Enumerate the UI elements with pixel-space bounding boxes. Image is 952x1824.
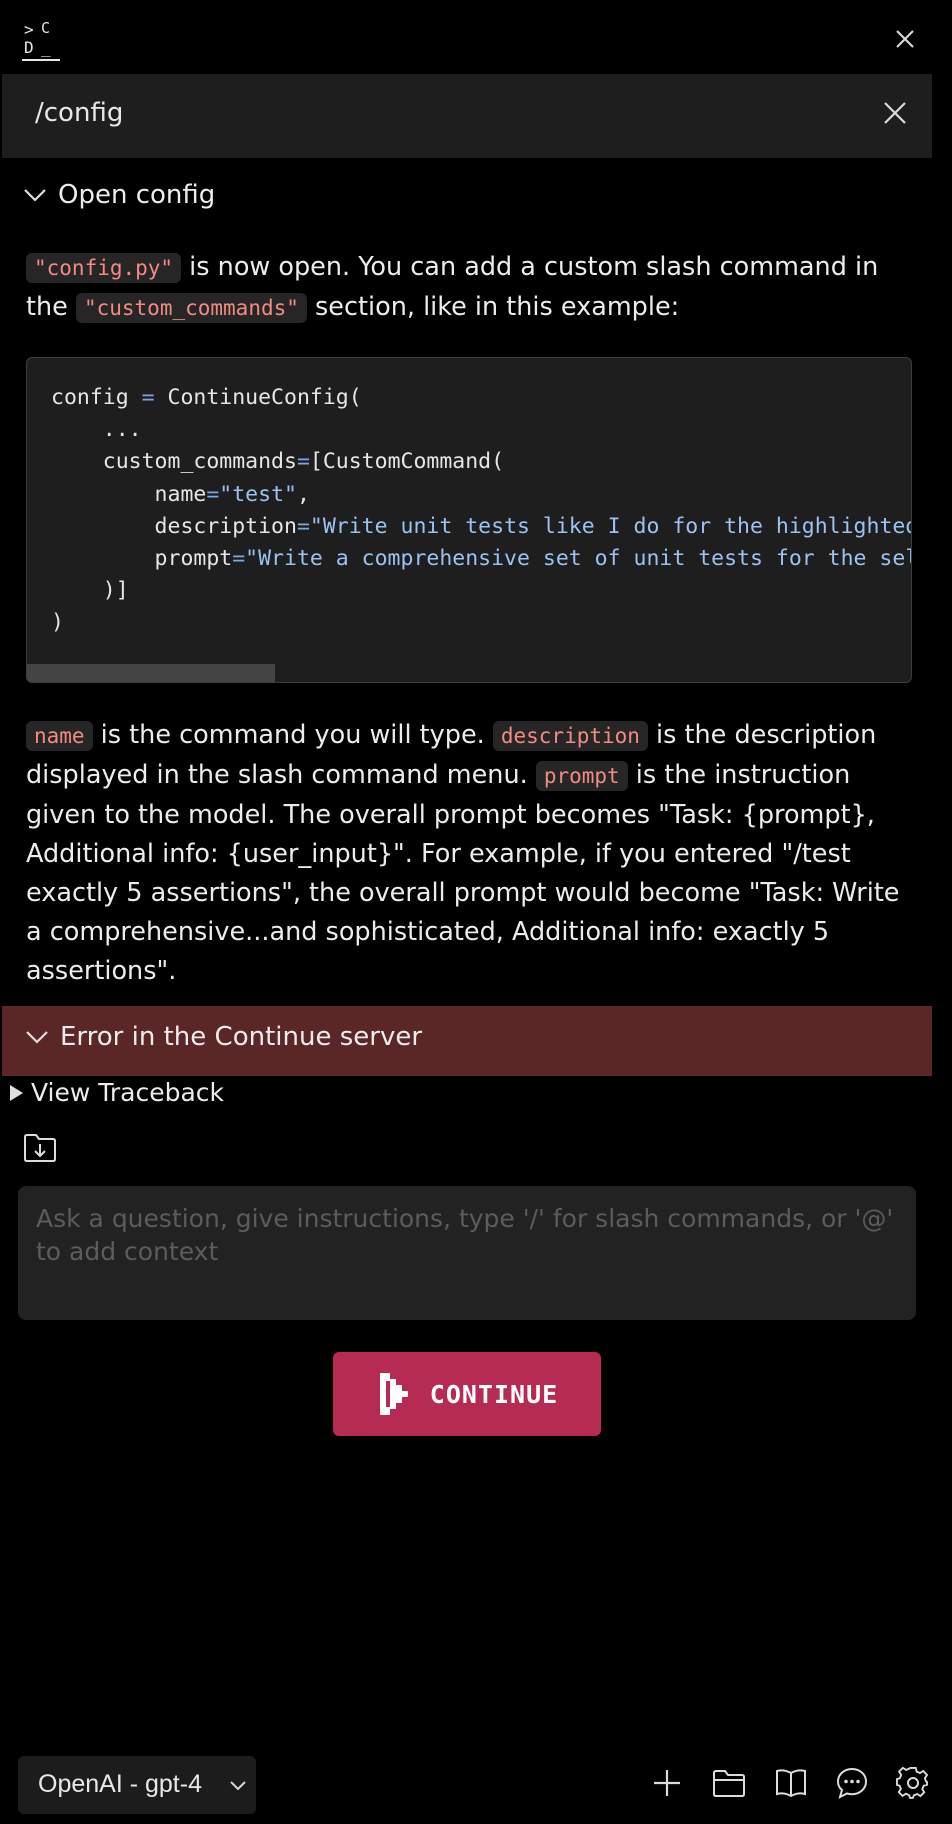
continue-logo-icon: > C D _ [22,19,60,61]
model-selector[interactable]: OpenAI - gpt-4 [18,1756,256,1814]
folder-icon[interactable] [712,1766,746,1800]
inline-code-custom-commands: "custom_commands" [75,293,307,323]
continue-button-label: CONTINUE [429,1379,559,1409]
code-line-text: description="Write unit tests like I do … [51,513,912,539]
code-line-text: name="test", [51,481,310,507]
book-icon[interactable] [774,1766,808,1800]
error-title: Error in the Continue server [60,1022,423,1052]
code-line-text: prompt="Write a comprehensive set of uni… [51,546,911,572]
close-icon[interactable] [880,98,910,128]
svg-text:D: D [24,38,34,57]
inline-code-config-py: "config.py" [26,253,182,283]
caret-right-icon [10,1084,23,1101]
inline-code-description: description [492,721,648,751]
horizontal-scrollbar[interactable] [27,664,275,682]
svg-text:C: C [41,19,50,37]
error-header[interactable]: Error in the Continue server [24,1022,422,1052]
view-traceback-label: View Traceback [31,1078,225,1107]
config-explanation-text: name is the command you will type. descr… [26,716,916,991]
intro-text-part: section, like in this example: [306,292,680,322]
slash-command-bar: /config [2,74,932,158]
continue-play-icon [379,1373,408,1415]
code-line: ... [51,414,911,446]
code-line-text: )] [51,578,129,604]
chevron-down-icon [230,1781,246,1791]
chat-bubble-icon[interactable] [835,1766,869,1800]
chevron-down-icon [24,189,46,202]
model-selector-label: OpenAI - gpt-4 [38,1770,202,1798]
code-line: custom_commands=[CustomCommand( [51,446,911,478]
svg-text:_: _ [41,38,51,57]
code-line-text: ) [51,610,64,636]
plus-icon[interactable] [650,1766,684,1800]
explanation-text-part: is the command you will type. [92,720,493,750]
code-line: config = ContinueConfig( [51,382,911,414]
chat-input-container [18,1186,916,1320]
error-bar: Error in the Continue server [2,1006,932,1076]
close-icon[interactable] [892,26,918,52]
code-line-text: config = ContinueConfig( [51,385,362,410]
open-config-header[interactable]: Open config [22,180,215,210]
code-content: config = ContinueConfig( ... custom_comm… [51,382,912,640]
chat-input[interactable] [18,1186,916,1320]
code-example-block: config = ContinueConfig( ... custom_comm… [26,357,912,683]
folder-download-icon[interactable] [22,1130,58,1164]
code-line-text: custom_commands=[CustomCommand( [51,449,505,475]
code-line: prompt="Write a comprehensive set of uni… [51,543,911,575]
code-line-text: ... [51,417,142,443]
svg-text:>: > [24,20,34,39]
code-line: )] [51,575,911,607]
code-line: name="test", [51,479,911,511]
continue-button[interactable]: CONTINUE [333,1352,601,1436]
command-text: /config [35,98,124,128]
code-line: ) [51,607,911,639]
view-traceback-toggle[interactable]: View Traceback [10,1078,224,1107]
gear-icon[interactable] [896,1766,930,1800]
open-config-title: Open config [58,180,216,210]
explanation-text-part: is the instruction given to the model. T… [26,760,900,986]
chevron-down-icon [26,1031,48,1044]
inline-code-name: name [26,721,93,751]
top-bar: > C D _ [0,0,952,74]
config-intro-text: "config.py" is now open. You can add a c… [26,248,916,328]
code-line: description="Write unit tests like I do … [51,511,912,543]
inline-code-prompt: prompt [535,761,628,791]
